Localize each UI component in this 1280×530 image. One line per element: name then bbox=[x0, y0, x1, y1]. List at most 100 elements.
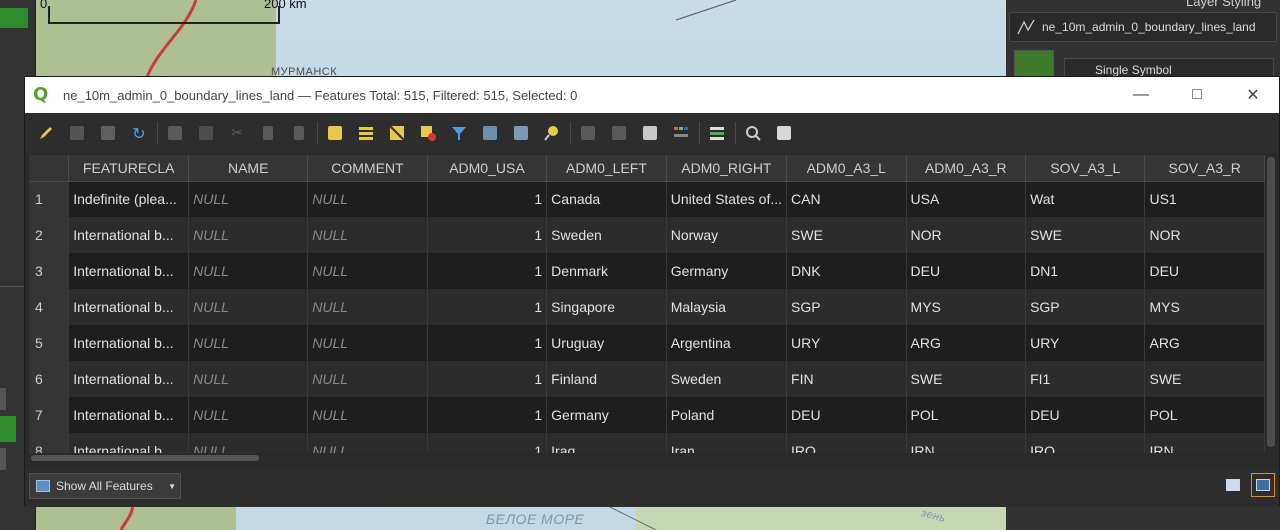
reload-icon[interactable]: ↻ bbox=[128, 122, 150, 144]
table-cell[interactable]: FIN bbox=[786, 361, 907, 397]
table-cell[interactable]: Sweden bbox=[666, 361, 788, 397]
feature-filter-button[interactable]: Show All Features ▼ bbox=[29, 473, 181, 499]
table-cell[interactable]: NULL bbox=[307, 325, 428, 361]
table-cell[interactable]: FI1 bbox=[1025, 361, 1146, 397]
table-cell[interactable]: International b... bbox=[68, 325, 190, 361]
form-view-button[interactable] bbox=[1221, 473, 1245, 497]
table-cell[interactable]: NULL bbox=[188, 325, 309, 361]
cut-icon[interactable]: ✂ bbox=[226, 122, 248, 144]
zoom-to-selected-icon[interactable] bbox=[541, 122, 563, 144]
table-cell[interactable]: NULL bbox=[307, 217, 428, 253]
table-cell[interactable]: Malaysia bbox=[666, 289, 788, 325]
table-cell[interactable]: URY bbox=[1025, 325, 1146, 361]
table-cell[interactable]: DNK bbox=[786, 253, 907, 289]
table-cell[interactable]: NULL bbox=[307, 289, 428, 325]
conditional-formatting-icon[interactable] bbox=[670, 122, 692, 144]
row-number[interactable]: 6 bbox=[29, 361, 70, 397]
new-field-icon[interactable] bbox=[577, 122, 599, 144]
dock-icon[interactable] bbox=[742, 122, 764, 144]
actions-icon[interactable] bbox=[706, 122, 728, 144]
table-cell[interactable]: Denmark bbox=[546, 253, 667, 289]
attribute-table[interactable]: FEATURECLA NAME COMMENT ADM0_USA ADM0_LE… bbox=[29, 155, 1265, 463]
table-cell[interactable]: 1 bbox=[427, 397, 548, 433]
table-cell[interactable]: SGP bbox=[1025, 289, 1146, 325]
row-number[interactable]: 4 bbox=[29, 289, 70, 325]
column-header[interactable]: SOV_A3_L bbox=[1025, 155, 1146, 182]
table-cell[interactable]: NULL bbox=[307, 361, 428, 397]
table-cell[interactable]: 1 bbox=[427, 253, 548, 289]
delete-feature-icon[interactable] bbox=[195, 122, 217, 144]
table-cell[interactable]: 1 bbox=[427, 325, 548, 361]
pencil-icon[interactable] bbox=[35, 122, 57, 144]
table-cell[interactable]: ARG bbox=[906, 325, 1027, 361]
table-row[interactable]: 5 International b... NULL NULL 1 Uruguay Argen… bbox=[29, 325, 1265, 361]
table-cell[interactable]: DEU bbox=[906, 253, 1027, 289]
table-cell[interactable]: DEU bbox=[1144, 253, 1265, 289]
add-feature-icon[interactable] bbox=[164, 122, 186, 144]
save-edits-icon[interactable] bbox=[97, 122, 119, 144]
table-cell[interactable]: MYS bbox=[906, 289, 1027, 325]
field-calculator-icon[interactable] bbox=[639, 122, 661, 144]
table-cell[interactable]: NULL bbox=[307, 181, 428, 217]
scroll-thumb[interactable] bbox=[31, 455, 259, 461]
table-cell[interactable]: International b... bbox=[68, 253, 190, 289]
select-by-expression-icon[interactable] bbox=[324, 122, 346, 144]
row-number[interactable]: 3 bbox=[29, 253, 70, 289]
table-cell[interactable]: NULL bbox=[188, 217, 309, 253]
table-cell[interactable]: United States of... bbox=[666, 181, 788, 217]
table-row[interactable]: 3 International b... NULL NULL 1 Denmark Germa… bbox=[29, 253, 1265, 289]
column-header[interactable]: ADM0_USA bbox=[427, 155, 548, 182]
table-row[interactable]: 1 Indefinite (plea... NULL NULL 1 Canada Unite… bbox=[29, 181, 1265, 217]
table-cell[interactable]: USA bbox=[906, 181, 1027, 217]
table-cell[interactable]: 1 bbox=[427, 289, 548, 325]
scroll-thumb[interactable] bbox=[1267, 157, 1275, 447]
table-cell[interactable]: MYS bbox=[1144, 289, 1265, 325]
maximize-icon[interactable]: □ bbox=[1169, 77, 1225, 113]
table-cell[interactable]: ARG bbox=[1144, 325, 1265, 361]
move-selection-top-icon[interactable] bbox=[479, 122, 501, 144]
table-cell[interactable]: Poland bbox=[666, 397, 788, 433]
column-header[interactable]: ADM0_RIGHT bbox=[666, 155, 788, 182]
table-cell[interactable]: NULL bbox=[307, 253, 428, 289]
table-cell[interactable]: US1 bbox=[1144, 181, 1265, 217]
table-row[interactable]: 2 International b... NULL NULL 1 Sweden Norway… bbox=[29, 217, 1265, 253]
horizontal-scrollbar[interactable] bbox=[29, 453, 1265, 463]
table-cell[interactable]: NULL bbox=[188, 253, 309, 289]
table-cell[interactable]: International b... bbox=[68, 289, 190, 325]
table-row[interactable]: 6 International b... NULL NULL 1 Finland Swede… bbox=[29, 361, 1265, 397]
table-cell[interactable]: NOR bbox=[906, 217, 1027, 253]
table-cell[interactable]: 1 bbox=[427, 217, 548, 253]
table-cell[interactable]: NULL bbox=[188, 361, 309, 397]
table-cell[interactable]: Singapore bbox=[546, 289, 667, 325]
delete-field-icon[interactable] bbox=[608, 122, 630, 144]
table-cell[interactable]: SWE bbox=[786, 217, 907, 253]
organize-columns-icon[interactable] bbox=[773, 122, 795, 144]
table-cell[interactable]: POL bbox=[906, 397, 1027, 433]
column-header[interactable]: ADM0_A3_L bbox=[786, 155, 907, 182]
table-cell[interactable]: DEU bbox=[1025, 397, 1146, 433]
column-header[interactable]: NAME bbox=[188, 155, 309, 182]
table-view-button[interactable] bbox=[1251, 473, 1275, 497]
column-header[interactable]: SOV_A3_R bbox=[1144, 155, 1265, 182]
row-number[interactable]: 2 bbox=[29, 217, 70, 253]
left-dock-active-tab[interactable] bbox=[0, 8, 28, 28]
column-header[interactable]: ADM0_LEFT bbox=[546, 155, 667, 182]
table-cell[interactable]: DEU bbox=[786, 397, 907, 433]
table-cell[interactable]: NULL bbox=[188, 289, 309, 325]
table-cell[interactable]: SWE bbox=[1025, 217, 1146, 253]
table-cell[interactable]: Germany bbox=[546, 397, 667, 433]
pan-to-selected-icon[interactable] bbox=[510, 122, 532, 144]
table-cell[interactable]: CAN bbox=[786, 181, 907, 217]
multi-edit-icon[interactable] bbox=[66, 122, 88, 144]
column-header[interactable]: FEATURECLA bbox=[68, 155, 190, 182]
table-cell[interactable]: 1 bbox=[427, 361, 548, 397]
left-dock-active-button[interactable] bbox=[0, 416, 16, 442]
row-number[interactable]: 1 bbox=[29, 181, 70, 217]
corner-header[interactable] bbox=[29, 155, 70, 182]
row-number[interactable]: 5 bbox=[29, 325, 70, 361]
deselect-icon[interactable] bbox=[417, 122, 439, 144]
left-dock-button[interactable] bbox=[0, 448, 6, 470]
table-cell[interactable]: Indefinite (plea... bbox=[68, 181, 190, 217]
table-cell[interactable]: Canada bbox=[546, 181, 667, 217]
table-cell[interactable]: NULL bbox=[188, 181, 309, 217]
